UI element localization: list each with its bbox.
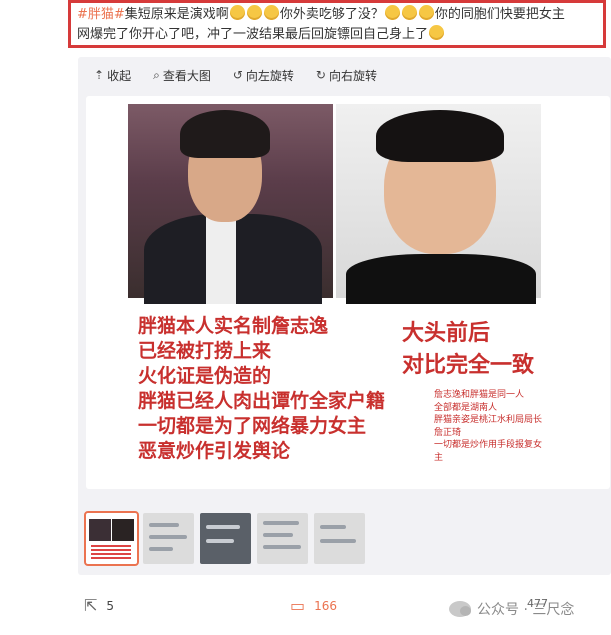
left-portrait [128, 104, 333, 304]
hashtag-link[interactable]: #胖猫# [77, 7, 125, 22]
collapse-icon: ⇡ [94, 68, 105, 82]
thumbnail-4[interactable] [257, 513, 308, 564]
post-text-part: 你外卖吃够了没？ [279, 7, 384, 22]
right-portrait [336, 104, 541, 304]
rotate-right-icon: ↻ [315, 68, 326, 82]
thumbnail-line [263, 545, 301, 549]
rotate-right-label: 向右旋转 [328, 68, 377, 83]
left-hair [180, 110, 270, 158]
thumbnail-2[interactable] [143, 513, 194, 564]
thumbnail-line [320, 539, 356, 543]
image-caption-left: 胖猫本人实名制詹志逸 已经被打捞上来 火化证是伪造的 胖猫已经人肉出谭竹全家户籍… [138, 315, 386, 462]
like-count: 477 [527, 597, 548, 610]
thumbnail-line [263, 533, 293, 537]
collapse-button[interactable]: ⇡ 收起 [94, 67, 131, 84]
thumbnail-line [149, 535, 187, 539]
comment-button[interactable]: ▭ 166 [290, 596, 337, 615]
sweat-smile-emoji-icon [246, 5, 262, 20]
thumbnail-line [206, 525, 240, 529]
thumbnail-line [149, 547, 173, 551]
right-hair [376, 110, 504, 162]
post-text-part: 网爆完了你开心了吧，冲了一波结果最后回旋镖回自己身上了 [77, 27, 429, 42]
laugh-cry-emoji-icon [401, 5, 417, 20]
image-caption-right-title: 大头前后 对比完全一致 [402, 321, 535, 378]
share-button[interactable]: ⇱ 5 [84, 596, 114, 615]
thumbnail-line [320, 525, 346, 529]
post-image[interactable]: 胖猫本人实名制詹志逸 已经被打捞上来 火化证是伪造的 胖猫已经人肉出谭竹全家户籍… [86, 96, 610, 489]
rotate-left-icon: ↺ [232, 68, 243, 82]
rotate-left-label: 向左旋转 [245, 68, 294, 83]
magnifier-icon: ⌕ [153, 67, 160, 82]
party-emoji-icon [429, 25, 445, 40]
watermark-text: 公众号 · 三尺念 [477, 602, 575, 618]
thumbnail-5[interactable] [314, 513, 365, 564]
rotate-right-button[interactable]: ↻ 向右旋转 [316, 67, 377, 84]
view-large-button[interactable]: ⌕ 查看大图 [153, 67, 211, 84]
thumbnail-photo-left [89, 519, 111, 541]
thumbnail-strip [84, 511, 365, 566]
collapse-label: 收起 [107, 68, 132, 83]
left-shirt [206, 214, 236, 304]
share-icon: ⇱ [84, 596, 98, 615]
right-shirt [346, 254, 536, 304]
image-toolbar: ⇡ 收起 ⌕ 查看大图 ↺ 向左旋转 ↻ 向右旋转 [94, 64, 377, 86]
share-count: 5 [106, 598, 115, 613]
comment-count: 166 [314, 598, 338, 613]
sweat-smile-emoji-icon [229, 5, 245, 20]
rotate-left-button[interactable]: ↺ 向左旋转 [233, 67, 294, 84]
post-text-part: 集短原来是演戏啊 [124, 7, 229, 22]
thumbnail-3[interactable] [200, 513, 251, 564]
laugh-cry-emoji-icon [418, 5, 434, 20]
laugh-cry-emoji-icon [384, 5, 400, 20]
view-large-label: 查看大图 [162, 68, 211, 83]
thumbnail-caption [91, 545, 131, 559]
comment-icon: ▭ [290, 596, 306, 615]
thumbnail-line [263, 521, 299, 525]
thumbnail-1[interactable] [84, 511, 139, 566]
thumbnail-line [206, 539, 234, 543]
sweat-smile-emoji-icon [263, 5, 279, 20]
image-caption-right-detail: 詹志逸和胖猫是同一人 全部都是湖南人 胖猫亲姿是桃江水利局局长 詹正琦 一切都是… [434, 390, 543, 463]
thumbnail-line [149, 523, 179, 527]
post-text-part: 你的同胞们快要把女主 [434, 7, 565, 22]
post-text-highlight: #胖猫#集短原来是演戏啊 你外卖吃够了没？ 你的同胞们快要把女主 网爆完了你开心了吧… [68, 0, 606, 48]
watermark: 公众号 · 三尺念 477 [449, 597, 575, 619]
wechat-logo-icon [449, 601, 471, 617]
thumbnail-photo-right [112, 519, 134, 541]
